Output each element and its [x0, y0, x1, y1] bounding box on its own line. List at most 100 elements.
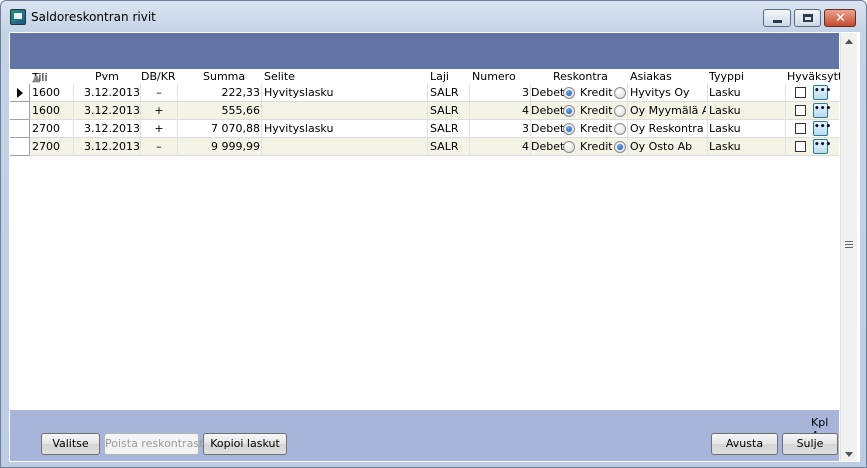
app-icon [10, 9, 26, 25]
cell-numero[interactable]: 3 [470, 86, 529, 99]
cell-pvm[interactable]: 3.12.2013 [74, 122, 140, 135]
radio-label-debet[interactable]: Debet [531, 140, 564, 153]
cell-tili[interactable]: 2700 [32, 122, 74, 135]
cell-divider [261, 102, 262, 120]
row-selector[interactable] [10, 84, 30, 102]
column-header-asiakas[interactable]: Asiakas [630, 70, 672, 83]
cell-tyyppi[interactable]: Lasku [709, 140, 769, 153]
cell-divider [627, 84, 628, 102]
maximize-button[interactable] [794, 9, 821, 27]
cell-asiakas[interactable]: Oy Myymälä Ab [630, 104, 706, 117]
row-selector[interactable] [10, 120, 30, 138]
scroll-down-icon[interactable] [845, 452, 853, 457]
cell-asiakas[interactable]: Hyvitys Oy [630, 86, 706, 99]
radio-label-kredit[interactable]: Kredit [580, 122, 613, 135]
row-selector[interactable] [10, 102, 30, 120]
row-selector[interactable] [10, 138, 30, 156]
cell-dbkr[interactable]: – [141, 140, 177, 153]
cell-tyyppi[interactable]: Lasku [709, 104, 769, 117]
cell-laji[interactable]: SALR [430, 140, 470, 153]
column-header-summa[interactable]: Summa [203, 70, 245, 83]
column-header-laji[interactable]: Laji [430, 70, 449, 83]
cell-dbkr[interactable]: + [141, 122, 177, 135]
sort-ascending-icon: ▲ [32, 71, 41, 84]
cell-divider [261, 138, 262, 156]
cell-tyyppi[interactable]: Lasku [709, 86, 769, 99]
cell-tyyppi[interactable]: Lasku [709, 122, 769, 135]
close-button[interactable]: ✕ [824, 9, 856, 27]
radio-kredit[interactable] [614, 141, 626, 153]
cell-numero[interactable]: 3 [470, 122, 529, 135]
app-window: Saldoreskontran rivit ✕ Tili ▲ Pvm DB/KR… [0, 0, 867, 468]
cell-laji[interactable]: SALR [430, 122, 470, 135]
sulje-button[interactable]: Sulje [782, 433, 838, 455]
minimize-button[interactable] [763, 9, 791, 27]
cell-tili[interactable]: 2700 [32, 140, 74, 153]
radio-kredit[interactable] [614, 123, 626, 135]
column-header-reskontra[interactable]: Reskontra [553, 70, 608, 83]
hyvaksytty-checkbox[interactable] [795, 141, 806, 152]
radio-debet[interactable] [563, 87, 575, 99]
hyvaksytty-checkbox[interactable] [795, 105, 806, 116]
footer-bar: Kpl 4 Valitse Poista reskontrasta Kopioi… [10, 410, 839, 461]
column-header-selite[interactable]: Selite [264, 70, 295, 83]
cell-tili[interactable]: 1600 [32, 86, 74, 99]
radio-kredit[interactable] [614, 87, 626, 99]
valitse-button[interactable]: Valitse [41, 433, 100, 455]
table-row[interactable]: 16003.12.2013+555,66 SALR4 Oy Myymälä AbLa… [10, 102, 839, 120]
cell-laji[interactable]: SALR [430, 86, 470, 99]
cell-numero[interactable]: 4 [470, 104, 529, 117]
radio-label-kredit[interactable]: Kredit [580, 104, 613, 117]
scroll-up-icon[interactable] [845, 39, 853, 44]
kopioi-laskut-button[interactable]: Kopioi laskut [203, 433, 287, 455]
vertical-scrollbar[interactable] [840, 33, 857, 461]
radio-label-debet[interactable]: Debet [531, 104, 564, 117]
cell-summa[interactable]: 222,33 [178, 86, 261, 99]
radio-label-kredit[interactable]: Kredit [580, 86, 613, 99]
cell-selite[interactable]: Hyvityslasku [264, 122, 424, 135]
rows-grid: Tili ▲ Pvm DB/KR Summa Selite Laji Numer… [10, 69, 849, 410]
scroll-grip-icon[interactable] [845, 241, 853, 248]
avusta-button[interactable]: Avusta [711, 433, 778, 455]
row-details-button[interactable]: ••• [813, 103, 831, 118]
cell-asiakas[interactable]: Oy Osto Ab [630, 140, 706, 153]
cell-divider [707, 120, 708, 138]
cell-numero[interactable]: 4 [470, 140, 529, 153]
cell-dbkr[interactable]: – [141, 86, 177, 99]
cell-pvm[interactable]: 3.12.2013 [74, 86, 140, 99]
title-bar[interactable]: Saldoreskontran rivit ✕ [1, 1, 866, 31]
column-header-pvm[interactable]: Pvm [95, 70, 119, 83]
row-details-button[interactable]: ••• [813, 85, 831, 100]
column-header-dbkr[interactable]: DB/KR [141, 70, 176, 83]
hyvaksytty-checkbox[interactable] [795, 123, 806, 134]
cell-summa[interactable]: 7 070,88 [178, 122, 260, 135]
cell-selite[interactable]: Hyvityslasku [264, 86, 424, 99]
radio-debet[interactable] [563, 123, 575, 135]
cell-asiakas[interactable]: Oy Reskontra Ab [630, 122, 706, 135]
column-header-numero[interactable]: Numero [472, 70, 516, 83]
radio-label-debet[interactable]: Debet [531, 86, 564, 99]
row-details-button[interactable]: ••• [813, 139, 831, 154]
radio-kredit[interactable] [614, 105, 626, 117]
cell-pvm[interactable]: 3.12.2013 [74, 140, 140, 153]
hyvaksytty-checkbox[interactable] [795, 87, 806, 98]
cell-divider [785, 84, 786, 102]
cell-summa[interactable]: 9 999,99 [178, 140, 260, 153]
column-header-tyyppi[interactable]: Tyyppi [709, 70, 744, 83]
cell-tili[interactable]: 1600 [32, 104, 74, 117]
cell-pvm[interactable]: 3.12.2013 [74, 104, 140, 117]
table-row[interactable]: 2700 3.12.2013–9 999,99 SALR 4 Oy Osto Ab Las… [10, 138, 839, 156]
radio-debet[interactable] [563, 105, 575, 117]
cell-divider [627, 120, 628, 138]
table-row[interactable]: 1600 3.12.2013–222,33 Hyvityslasku SALR 3 Hyv… [10, 84, 839, 102]
row-details-button[interactable]: ••• [813, 121, 831, 136]
cell-summa[interactable]: 555,66 [178, 104, 261, 117]
cell-laji[interactable]: SALR [430, 104, 470, 117]
table-row[interactable]: 2700 3.12.2013 +7 070,88 Hyvityslasku SALR 3 O… [10, 120, 839, 138]
radio-label-kredit[interactable]: Kredit [580, 140, 613, 153]
radio-debet[interactable] [563, 141, 575, 153]
cell-dbkr[interactable]: + [141, 104, 177, 117]
radio-label-debet[interactable]: Debet [531, 122, 564, 135]
window-title: Saldoreskontran rivit [31, 10, 156, 24]
poista-reskontrasta-button[interactable]: Poista reskontrasta [104, 433, 210, 455]
